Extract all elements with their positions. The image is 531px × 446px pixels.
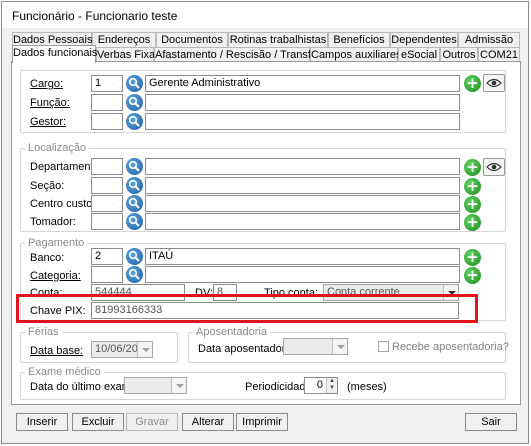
aposentadoria-title: Aposentadoria [193, 326, 270, 338]
add-centro-custo-button[interactable]: + [464, 196, 481, 213]
add-cargo-button[interactable]: + [464, 75, 481, 92]
window-title: Funcionário - Funcionario teste [2, 2, 528, 28]
magnifier-icon [128, 197, 140, 209]
tab-beneficios[interactable]: Benefícios [328, 32, 390, 48]
secao-code-input[interactable] [91, 177, 123, 194]
gestor-search-button[interactable] [126, 113, 143, 130]
ferias-title: Férias [25, 326, 62, 338]
add-categoria-button[interactable]: + [464, 267, 481, 284]
calendar-dropdown-icon[interactable] [171, 378, 186, 393]
cargo-code-input[interactable]: 1 [91, 75, 123, 92]
categoria-description-field[interactable] [145, 266, 460, 283]
tab-enderecos[interactable]: Endereços [92, 32, 156, 48]
pagamento-title: Pagamento [25, 237, 88, 249]
tomador-description-field[interactable] [145, 213, 460, 230]
add-secao-button[interactable]: + [464, 178, 481, 195]
exame-medico-title: Exame médico [25, 366, 104, 378]
magnifier-icon [128, 115, 140, 127]
cargo-label: Cargo: [30, 78, 64, 90]
meses-label: (meses) [347, 381, 387, 393]
eye-icon [486, 78, 502, 88]
add-banco-button[interactable]: + [464, 249, 481, 266]
gravar-button[interactable]: Gravar [126, 413, 178, 431]
localizacao-title: Localização [25, 142, 90, 154]
data-base-label: Data base: [30, 345, 84, 357]
banco-code-input[interactable]: 2 [91, 248, 123, 265]
gestor-description-field[interactable] [145, 113, 460, 130]
tomador-code-input[interactable] [91, 213, 123, 230]
categoria-label: Categoria: [30, 270, 81, 282]
data-base-input[interactable]: 10/06/2022 [91, 341, 153, 358]
spinner-arrows-icon[interactable]: ▲ ▼ [326, 378, 337, 393]
data-aposentadoria-input[interactable] [283, 338, 348, 355]
view-cargo-button[interactable] [483, 74, 505, 92]
banco-search-button[interactable] [126, 248, 143, 265]
funcao-search-button[interactable] [126, 94, 143, 111]
tab-dependentes[interactable]: Dependentes [390, 32, 458, 48]
centro-custo-description-field[interactable] [145, 195, 460, 212]
tomador-label: Tomador: [30, 216, 76, 228]
centro-custo-search-button[interactable] [126, 195, 143, 212]
tomador-search-button[interactable] [126, 213, 143, 230]
gestor-code-input[interactable] [91, 113, 123, 130]
magnifier-icon [128, 250, 140, 262]
departamento-description-field[interactable] [145, 158, 460, 175]
categoria-code-input[interactable] [91, 266, 123, 283]
eye-icon [486, 162, 502, 172]
plus-icon: + [466, 195, 479, 213]
funcao-code-input[interactable] [91, 94, 123, 111]
funcao-label: Função: [30, 97, 70, 109]
plus-icon: + [466, 213, 479, 231]
magnifier-icon [128, 96, 140, 108]
plus-icon: + [466, 248, 479, 266]
magnifier-icon [128, 160, 140, 172]
plus-icon: + [466, 158, 479, 176]
periodicidade-value: 0 [316, 379, 323, 391]
banco-description-field[interactable]: ITAÚ [145, 248, 460, 265]
tab-dados-funcionais[interactable]: Dados funcionais [12, 45, 97, 63]
magnifier-icon [128, 179, 140, 191]
departamento-code-input[interactable] [91, 158, 123, 175]
employee-window: Funcionário - Funcionario teste Dados Pe… [1, 1, 529, 444]
imprimir-button[interactable]: Imprimir [236, 413, 288, 431]
excluir-button[interactable]: Excluir [72, 413, 124, 431]
secao-search-button[interactable] [126, 177, 143, 194]
magnifier-icon [128, 215, 140, 227]
plus-icon: + [466, 266, 479, 284]
plus-icon: + [466, 74, 479, 92]
calendar-dropdown-icon[interactable] [332, 339, 347, 354]
categoria-search-button[interactable] [126, 266, 143, 283]
sair-button[interactable]: Sair [465, 413, 517, 431]
inserir-button[interactable]: Inserir [16, 413, 68, 431]
secao-label: Seção: [30, 180, 65, 192]
magnifier-icon [128, 77, 140, 89]
recebe-aposentadoria-checkbox[interactable] [378, 341, 389, 352]
add-departamento-button[interactable]: + [464, 159, 481, 176]
cargo-search-button[interactable] [126, 75, 143, 92]
banco-label: Banco: [30, 252, 65, 264]
pix-highlight-box [16, 294, 478, 323]
centro-custo-code-input[interactable] [91, 195, 123, 212]
centro-custo-label: Centro custo: [30, 198, 96, 210]
tab-admissao[interactable]: Admissão [458, 32, 520, 48]
alterar-button[interactable]: Alterar [182, 413, 234, 431]
data-ultimo-exame-input[interactable] [124, 377, 187, 394]
calendar-dropdown-icon[interactable] [137, 342, 152, 357]
tab-documentos[interactable]: Documentos [156, 32, 228, 48]
plus-icon: + [466, 177, 479, 195]
view-departamento-button[interactable] [483, 158, 505, 176]
funcao-description-field[interactable] [145, 94, 460, 111]
gestor-label: Gestor: [30, 116, 67, 128]
add-tomador-button[interactable]: + [464, 214, 481, 231]
cargo-description-field[interactable]: Gerente Administrativo [145, 75, 460, 92]
tab-rotinas-trabalhistas[interactable]: Rotinas trabalhistas [228, 32, 328, 48]
departamento-search-button[interactable] [126, 158, 143, 175]
recebe-aposentadoria-label: Recebe aposentadoria? [392, 341, 509, 353]
periodicidade-spinner[interactable]: 0 ▲ ▼ [304, 377, 338, 394]
secao-description-field[interactable] [145, 177, 460, 194]
magnifier-icon [128, 268, 140, 280]
